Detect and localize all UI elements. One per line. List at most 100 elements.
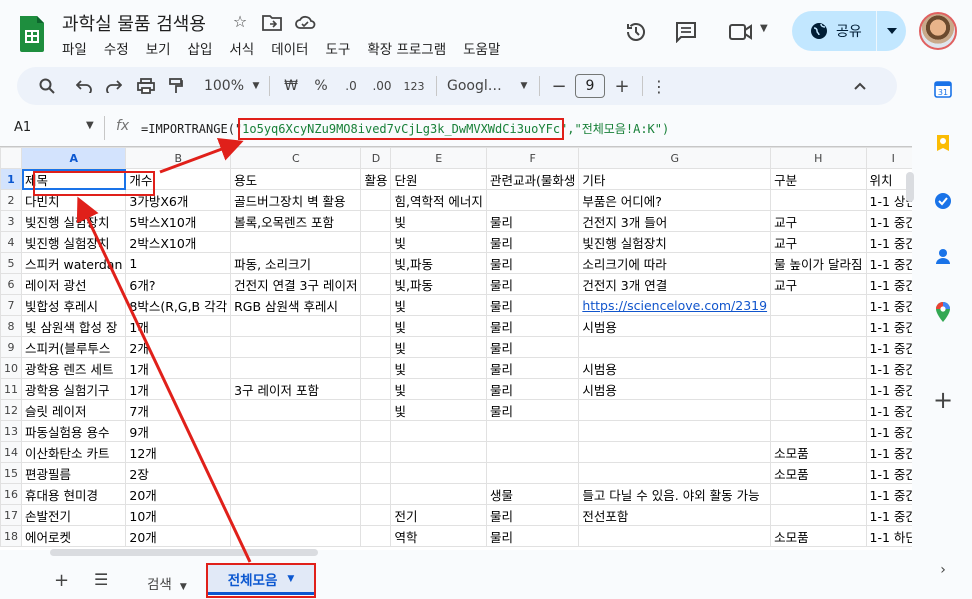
cell[interactable] <box>770 378 867 400</box>
menu-insert[interactable]: 삽입 <box>188 38 221 58</box>
cell[interactable]: 1-1 중간 <box>865 462 912 484</box>
cell[interactable] <box>360 336 392 358</box>
cell[interactable]: 12개 <box>125 441 232 463</box>
currency-button[interactable]: ₩ <box>276 72 306 100</box>
search-menus-icon[interactable] <box>25 72 69 100</box>
cell[interactable]: 전선포함 <box>578 504 772 526</box>
cell[interactable]: 물리 <box>485 294 580 316</box>
cell[interactable]: 빛진행 실험장치 <box>578 231 772 253</box>
cell[interactable]: 시범용 <box>578 357 772 379</box>
cell[interactable]: 3구 레이저 포함 <box>230 378 362 400</box>
cell[interactable]: 1개 <box>125 315 232 337</box>
cell[interactable]: 1-1 중간 <box>865 315 912 337</box>
cell[interactable] <box>485 441 580 463</box>
cell[interactable] <box>360 441 392 463</box>
menu-data[interactable]: 데이터 <box>271 38 316 58</box>
cell[interactable]: 1-1 중간 <box>865 210 912 232</box>
keep-icon[interactable] <box>932 134 954 156</box>
cell[interactable]: 전기 <box>390 504 487 526</box>
sheet-tab-dropdown-icon[interactable]: ▼ <box>180 582 187 592</box>
cell[interactable]: 2박스X10개 <box>125 231 232 253</box>
cell[interactable]: 에어로켓 <box>20 525 127 547</box>
cell[interactable]: 빛,파동 <box>390 252 487 274</box>
cloud-status-icon[interactable] <box>294 14 316 30</box>
cell[interactable]: 들고 다닐 수 있음. 야외 활동 가능 <box>578 483 772 505</box>
cell[interactable] <box>770 504 867 526</box>
cell[interactable] <box>578 462 772 484</box>
cell[interactable] <box>578 525 772 547</box>
cell[interactable]: 교구 <box>770 210 867 232</box>
cell[interactable]: 빛 <box>390 399 487 421</box>
cell[interactable]: 골드버그장치 벽 활용 <box>230 189 362 211</box>
vertical-scrollbar[interactable] <box>906 172 914 202</box>
cell[interactable] <box>770 357 867 379</box>
cell[interactable]: 파동, 소리크기 <box>230 252 362 274</box>
cell[interactable]: 9개 <box>125 420 232 442</box>
cell[interactable]: 1개 <box>125 378 232 400</box>
cell[interactable] <box>770 399 867 421</box>
cell[interactable]: 빛 <box>390 378 487 400</box>
cell[interactable] <box>360 231 392 253</box>
expand-panel-icon[interactable]: › <box>932 559 954 581</box>
cell[interactable]: 물리 <box>485 231 580 253</box>
cell[interactable]: 건전지 3개 연결 <box>578 273 772 295</box>
star-icon[interactable]: ☆ <box>230 12 250 32</box>
cell[interactable] <box>360 462 392 484</box>
cell[interactable]: 2개 <box>125 336 232 358</box>
column-header-i[interactable]: I <box>865 147 912 169</box>
cell[interactable]: 물 높이가 달라짐 <box>770 252 867 274</box>
cell[interactable]: 빛 삼원색 합성 장 <box>20 315 127 337</box>
cell[interactable]: 건전지 3개 들어 <box>578 210 772 232</box>
cell[interactable]: 1-1 중간 <box>865 336 912 358</box>
cell[interactable]: 20개 <box>125 525 232 547</box>
menu-edit[interactable]: 수정 <box>104 38 137 58</box>
cell[interactable]: 활용 <box>360 168 392 190</box>
cell[interactable]: 2장 <box>125 462 232 484</box>
avatar[interactable] <box>919 12 957 50</box>
row-header[interactable]: 8 <box>0 315 22 337</box>
formula-input[interactable]: =IMPORTRANGE("1o5yq6XcyNZu9MO8ived7vCjLg… <box>141 118 669 140</box>
decrease-font-size-button[interactable]: − <box>546 72 572 100</box>
zoom-dropdown-icon[interactable]: ▼ <box>249 72 263 100</box>
cell[interactable] <box>770 189 867 211</box>
cell[interactable]: RGB 삼원색 후레시 <box>230 294 362 316</box>
cell[interactable]: 1-1 중간 <box>865 231 912 253</box>
select-all-corner[interactable] <box>0 147 22 169</box>
cell[interactable] <box>578 441 772 463</box>
cell[interactable]: 7개 <box>125 399 232 421</box>
all-sheets-icon[interactable]: ☰ <box>94 570 108 589</box>
cell[interactable]: 슬릿 레이저 <box>20 399 127 421</box>
cell[interactable] <box>578 336 772 358</box>
cell[interactable]: 1-1 중간 <box>865 252 912 274</box>
cell[interactable]: 광학용 렌즈 세트 <box>20 357 127 379</box>
cell[interactable] <box>230 441 362 463</box>
horizontal-scrollbar[interactable] <box>50 549 318 556</box>
cell[interactable]: 빛 <box>390 210 487 232</box>
cell[interactable] <box>230 357 362 379</box>
cell[interactable]: 빛 <box>390 336 487 358</box>
cell[interactable]: 1-1 중간 <box>865 420 912 442</box>
cell[interactable]: 휴대용 현미경 <box>20 483 127 505</box>
cell[interactable]: 1-1 중간 <box>865 357 912 379</box>
cell[interactable]: 1개 <box>125 357 232 379</box>
cell[interactable] <box>770 336 867 358</box>
increase-decimal-button[interactable]: .00 <box>366 72 398 100</box>
decrease-decimal-button[interactable]: .0 <box>336 72 366 100</box>
cell[interactable]: 빛 <box>390 294 487 316</box>
cell[interactable]: 빛 <box>390 231 487 253</box>
row-header[interactable]: 14 <box>0 441 22 463</box>
cell[interactable]: 물리 <box>485 315 580 337</box>
maps-icon[interactable] <box>932 301 954 323</box>
column-header-e[interactable]: E <box>390 147 487 169</box>
cell[interactable]: 교구 <box>770 273 867 295</box>
calendar-icon[interactable]: 31 <box>932 78 954 100</box>
cell[interactable]: 물리 <box>485 357 580 379</box>
menu-help[interactable]: 도움말 <box>463 38 508 58</box>
cell[interactable]: 물리 <box>485 336 580 358</box>
name-box[interactable]: A1 <box>14 120 94 135</box>
cell[interactable] <box>360 399 392 421</box>
number-format-button[interactable]: 123 <box>398 72 430 100</box>
cell[interactable]: 스피커(블루투스 <box>20 336 127 358</box>
column-header-b[interactable]: B <box>125 147 232 169</box>
cell[interactable]: 1-1 중간 <box>865 399 912 421</box>
